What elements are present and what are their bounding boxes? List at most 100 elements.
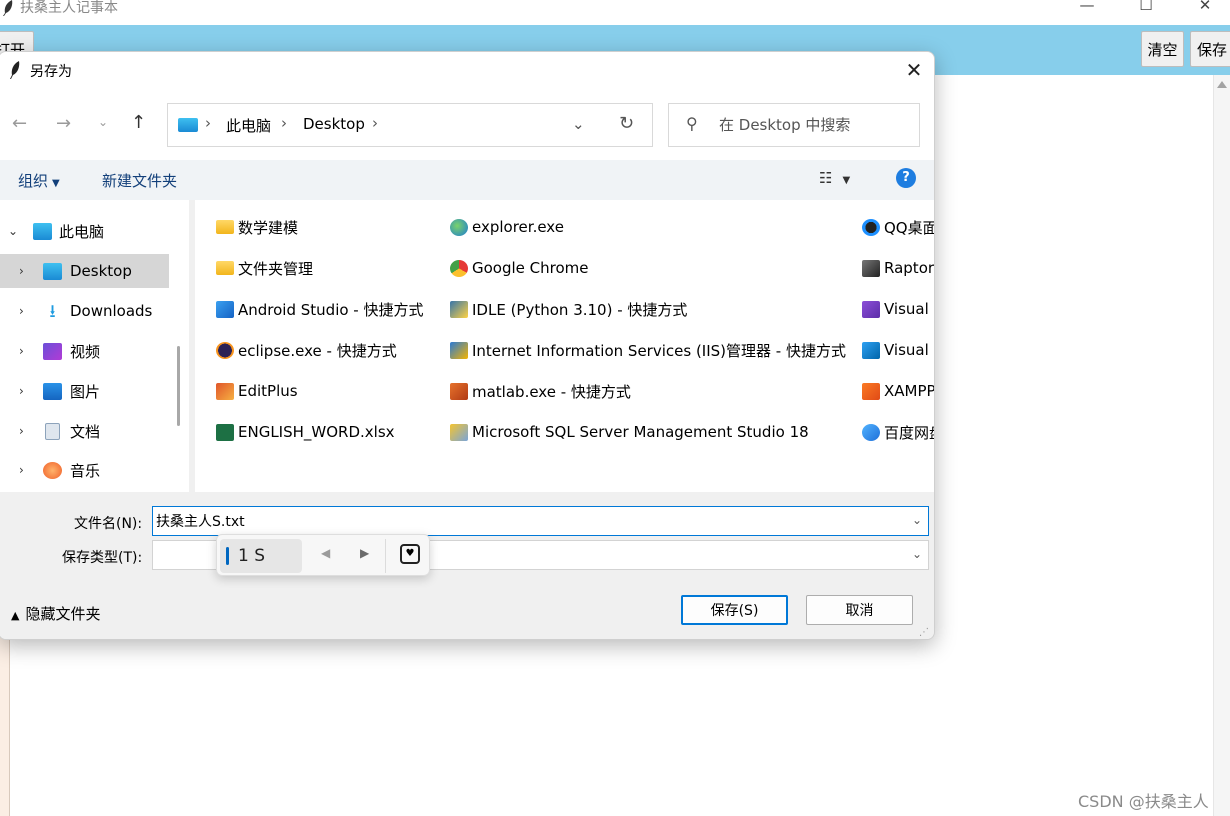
file-name: explorer.exe (472, 218, 564, 236)
file-name: 数学建模 (238, 218, 299, 237)
breadcrumb-this-pc[interactable]: 此电脑 (226, 115, 271, 136)
dialog-close-button[interactable]: ✕ (902, 59, 926, 83)
organize-label: 组织 (18, 172, 49, 190)
save-button[interactable]: 保存 (1190, 31, 1230, 67)
file-name: Visual (884, 300, 929, 318)
file-item[interactable]: Google Chrome (450, 253, 589, 283)
scroll-up-icon[interactable] (1217, 81, 1227, 88)
chevron-right-icon[interactable]: › (19, 424, 24, 438)
baidu-netdisk-icon (862, 423, 880, 441)
up-button[interactable]: ↑ (131, 112, 146, 133)
breadcrumb-desktop[interactable]: Desktop (303, 115, 365, 133)
ime-candidate-popup: 1 S ◀ ▶ ♥ (216, 534, 430, 576)
tree-item-videos[interactable]: › 视频 (0, 334, 169, 368)
chevron-right-icon[interactable]: › (19, 344, 24, 358)
chevron-right-icon[interactable]: › (19, 463, 24, 477)
ime-prev-page-icon[interactable]: ◀ (321, 546, 330, 560)
tree-item-documents[interactable]: › 文档 (0, 414, 169, 448)
folder-icon (216, 261, 234, 275)
editplus-icon (216, 382, 234, 400)
ie-icon (450, 218, 468, 236)
file-item[interactable]: Raptor (862, 253, 934, 283)
python-icon (450, 300, 468, 318)
file-name: QQ桌面 (884, 218, 935, 237)
excel-icon (216, 423, 234, 441)
chevron-down-icon[interactable]: ⌄ (8, 224, 18, 238)
file-item[interactable]: ENGLISH_WORD.xlsx (216, 417, 395, 447)
tree-item-desktop[interactable]: › Desktop (0, 254, 169, 288)
android-studio-icon (216, 300, 234, 318)
navigation-bar: ← → ⌄ ↑ › 此电脑 › Desktop › ⌄ ↻ ⚲ (0, 88, 934, 160)
help-icon[interactable]: ? (896, 168, 916, 188)
tree-item-label: 文档 (70, 422, 101, 441)
refresh-icon[interactable]: ↻ (619, 113, 634, 134)
file-item[interactable]: 数学建模 (216, 212, 298, 242)
file-name: Android Studio - 快捷方式 (238, 300, 424, 319)
address-bar[interactable]: › 此电脑 › Desktop › ⌄ ↻ (167, 103, 653, 147)
recent-locations-button[interactable]: ⌄ (98, 115, 108, 129)
close-button[interactable]: ✕ (1190, 0, 1220, 16)
matlab-icon (450, 382, 468, 400)
file-item[interactable]: Microsoft SQL Server Management Studio 1… (450, 417, 809, 447)
ime-candidate[interactable]: 1 S (220, 539, 302, 573)
file-item[interactable]: Android Studio - 快捷方式 (216, 294, 424, 324)
editor-scrollbar[interactable] (1213, 75, 1230, 816)
dialog-title: 另存为 (30, 64, 72, 80)
folder-icon (216, 220, 234, 234)
forward-button[interactable]: → (56, 113, 71, 134)
file-item[interactable]: matlab.exe - 快捷方式 (450, 376, 631, 406)
app-title: 扶桑主人记事本 (20, 0, 118, 16)
filename-input[interactable] (156, 510, 896, 532)
vscode-icon (862, 341, 880, 359)
breadcrumb-separator[interactable]: › (372, 114, 378, 132)
save-button[interactable]: 保存(S) (681, 595, 788, 625)
ime-next-page-icon[interactable]: ▶ (360, 546, 369, 560)
selection-indicator (226, 547, 229, 565)
file-item[interactable]: 百度网盘 (862, 417, 934, 447)
chevron-right-icon[interactable]: › (19, 304, 24, 318)
file-item[interactable]: XAMPP (862, 376, 934, 406)
chevron-down-icon[interactable]: ⌄ (572, 115, 585, 133)
file-item[interactable]: QQ桌面 (862, 212, 935, 242)
music-icon (43, 461, 62, 479)
emoji-panel-icon[interactable]: ♥ (400, 544, 420, 564)
new-folder-button[interactable]: 新建文件夹 (102, 170, 177, 191)
file-item[interactable]: EditPlus (216, 376, 298, 406)
file-item[interactable]: Visual (862, 335, 929, 365)
tree-item-label: 图片 (70, 382, 101, 401)
view-options-button[interactable]: ☷ ▼ (819, 169, 850, 187)
scrollbar-thumb[interactable] (177, 346, 180, 426)
clear-button[interactable]: 清空 (1141, 31, 1184, 67)
search-input[interactable] (719, 113, 909, 137)
search-icon: ⚲ (686, 114, 698, 133)
cancel-button[interactable]: 取消 (806, 595, 913, 625)
tree-item-music[interactable]: › 音乐 (0, 453, 169, 487)
breadcrumb-separator[interactable]: › (281, 114, 287, 132)
computer-icon (178, 118, 198, 132)
tree-item-downloads[interactable]: › ⭳ Downloads (0, 294, 169, 328)
file-item[interactable]: Internet Information Services (IIS)管理器 -… (450, 335, 846, 365)
file-item[interactable]: explorer.exe (450, 212, 564, 242)
tree-item-pictures[interactable]: › 图片 (0, 374, 169, 408)
hide-folders-toggle[interactable]: ▲ 隐藏文件夹 (11, 603, 100, 624)
organize-button[interactable]: 组织 ▼ (18, 170, 60, 191)
breadcrumb-separator[interactable]: › (205, 114, 211, 132)
tree-item-this-pc[interactable]: ⌄ 此电脑 (0, 214, 169, 248)
resize-grip-icon[interactable]: ⋰ (919, 627, 929, 638)
file-item[interactable]: Visual (862, 294, 929, 324)
document-icon (45, 422, 60, 440)
filename-combobox[interactable]: ⌄ (152, 506, 929, 536)
filename-label: 文件名(N): (74, 516, 143, 532)
chevron-right-icon[interactable]: › (19, 264, 24, 278)
chevron-down-icon[interactable]: ⌄ (912, 513, 922, 527)
search-box[interactable]: ⚲ (668, 103, 920, 147)
ime-candidate-text: 1 S (238, 546, 266, 566)
file-item[interactable]: IDLE (Python 3.10) - 快捷方式 (450, 294, 687, 324)
file-item[interactable]: eclipse.exe - 快捷方式 (216, 335, 397, 365)
minimize-button[interactable]: — (1072, 0, 1102, 16)
maximize-button[interactable]: ☐ (1131, 0, 1161, 16)
chevron-down-icon[interactable]: ⌄ (912, 547, 922, 561)
chevron-right-icon[interactable]: › (19, 384, 24, 398)
file-item[interactable]: 文件夹管理 (216, 253, 313, 283)
back-button[interactable]: ← (12, 113, 27, 134)
